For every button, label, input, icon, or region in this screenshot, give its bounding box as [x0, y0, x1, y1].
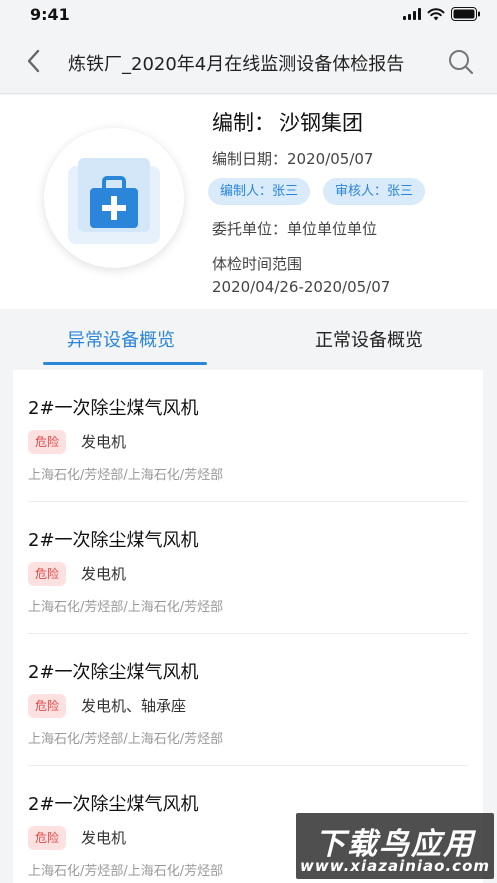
active-tab-indicator	[43, 362, 207, 365]
tab-abnormal-devices[interactable]: 异常设备概览	[67, 326, 175, 352]
wifi-icon	[427, 7, 445, 20]
check-range-value: 2020/04/26-2020/05/07	[212, 278, 391, 296]
device-name: 2#一次除尘煤气风机	[28, 662, 199, 683]
danger-badge: 危险	[28, 826, 67, 850]
watermark-url: www.xiazainiao.com	[299, 857, 491, 875]
device-list: 2#一次除尘煤气风机 危险 发电机 上海石化/芳烃部/上海石化/芳烃部 2#一次…	[13, 370, 483, 883]
watermark-logo: 下载鸟应用 www.xiazainiao.com	[296, 813, 494, 879]
device-path: 上海石化/芳烃部/上海石化/芳烃部	[28, 600, 224, 615]
org-line: 编制： 沙钢集团	[212, 107, 363, 137]
compile-date-label: 编制日期：	[212, 150, 288, 168]
client-unit: 委托单位：单位单位单位	[212, 218, 377, 239]
report-header: 编制： 沙钢集团 编制日期：2020/05/07 编制人：张三 审核人：张三 委托…	[0, 95, 497, 309]
device-name: 2#一次除尘煤气风机	[28, 794, 199, 815]
device-name: 2#一次除尘煤气风机	[28, 398, 199, 419]
org-value: 沙钢集团	[279, 111, 363, 135]
cellular-signal-icon	[403, 8, 421, 20]
client-unit-value: 单位单位单位	[287, 220, 378, 238]
list-item[interactable]: 2#一次除尘煤气风机 危险 发电机、轴承座 上海石化/芳烃部/上海石化/芳烃部	[13, 634, 483, 766]
device-path: 上海石化/芳烃部/上海石化/芳烃部	[28, 732, 224, 747]
status-time: 9:41	[30, 5, 70, 24]
compile-date: 编制日期：2020/05/07	[212, 148, 373, 169]
danger-badge: 危险	[28, 562, 67, 586]
list-item[interactable]: 2#一次除尘煤气风机 危险 发电机 上海石化/芳烃部/上海石化/芳烃部	[13, 370, 483, 502]
battery-icon	[451, 7, 480, 21]
device-type: 发电机	[81, 565, 127, 583]
device-type: 发电机	[81, 829, 127, 847]
page-title: 炼铁厂_2020年4月在线监测设备体检报告	[68, 54, 405, 75]
danger-badge: 危险	[28, 430, 67, 454]
search-icon[interactable]	[447, 48, 475, 76]
client-unit-label: 委托单位：	[212, 220, 288, 238]
medical-kit-icon	[68, 158, 160, 244]
tab-bar: 异常设备概览 正常设备概览	[0, 309, 497, 367]
reviewer-tag: 审核人：张三	[323, 178, 426, 205]
device-name: 2#一次除尘煤气风机	[28, 530, 199, 551]
device-path: 上海石化/芳烃部/上海石化/芳烃部	[28, 468, 224, 483]
check-range-label: 体检时间范围	[212, 255, 303, 273]
editor-tag: 编制人：张三	[208, 178, 311, 205]
device-type: 发电机、轴承座	[81, 697, 187, 715]
danger-badge: 危险	[28, 694, 67, 718]
compile-date-value: 2020/05/07	[287, 150, 374, 168]
device-path: 上海石化/芳烃部/上海石化/芳烃部	[28, 864, 224, 879]
device-type: 发电机	[81, 433, 127, 451]
org-label: 编制：	[212, 111, 275, 135]
status-bar: 9:41	[0, 0, 497, 30]
nav-bar: 炼铁厂_2020年4月在线监测设备体检报告	[0, 30, 497, 94]
report-logo	[44, 128, 184, 268]
list-item[interactable]: 2#一次除尘煤气风机 危险 发电机 上海石化/芳烃部/上海石化/芳烃部	[13, 502, 483, 634]
chevron-left-icon[interactable]	[20, 44, 50, 78]
tab-normal-devices[interactable]: 正常设备概览	[315, 326, 423, 352]
status-icons	[403, 7, 481, 21]
